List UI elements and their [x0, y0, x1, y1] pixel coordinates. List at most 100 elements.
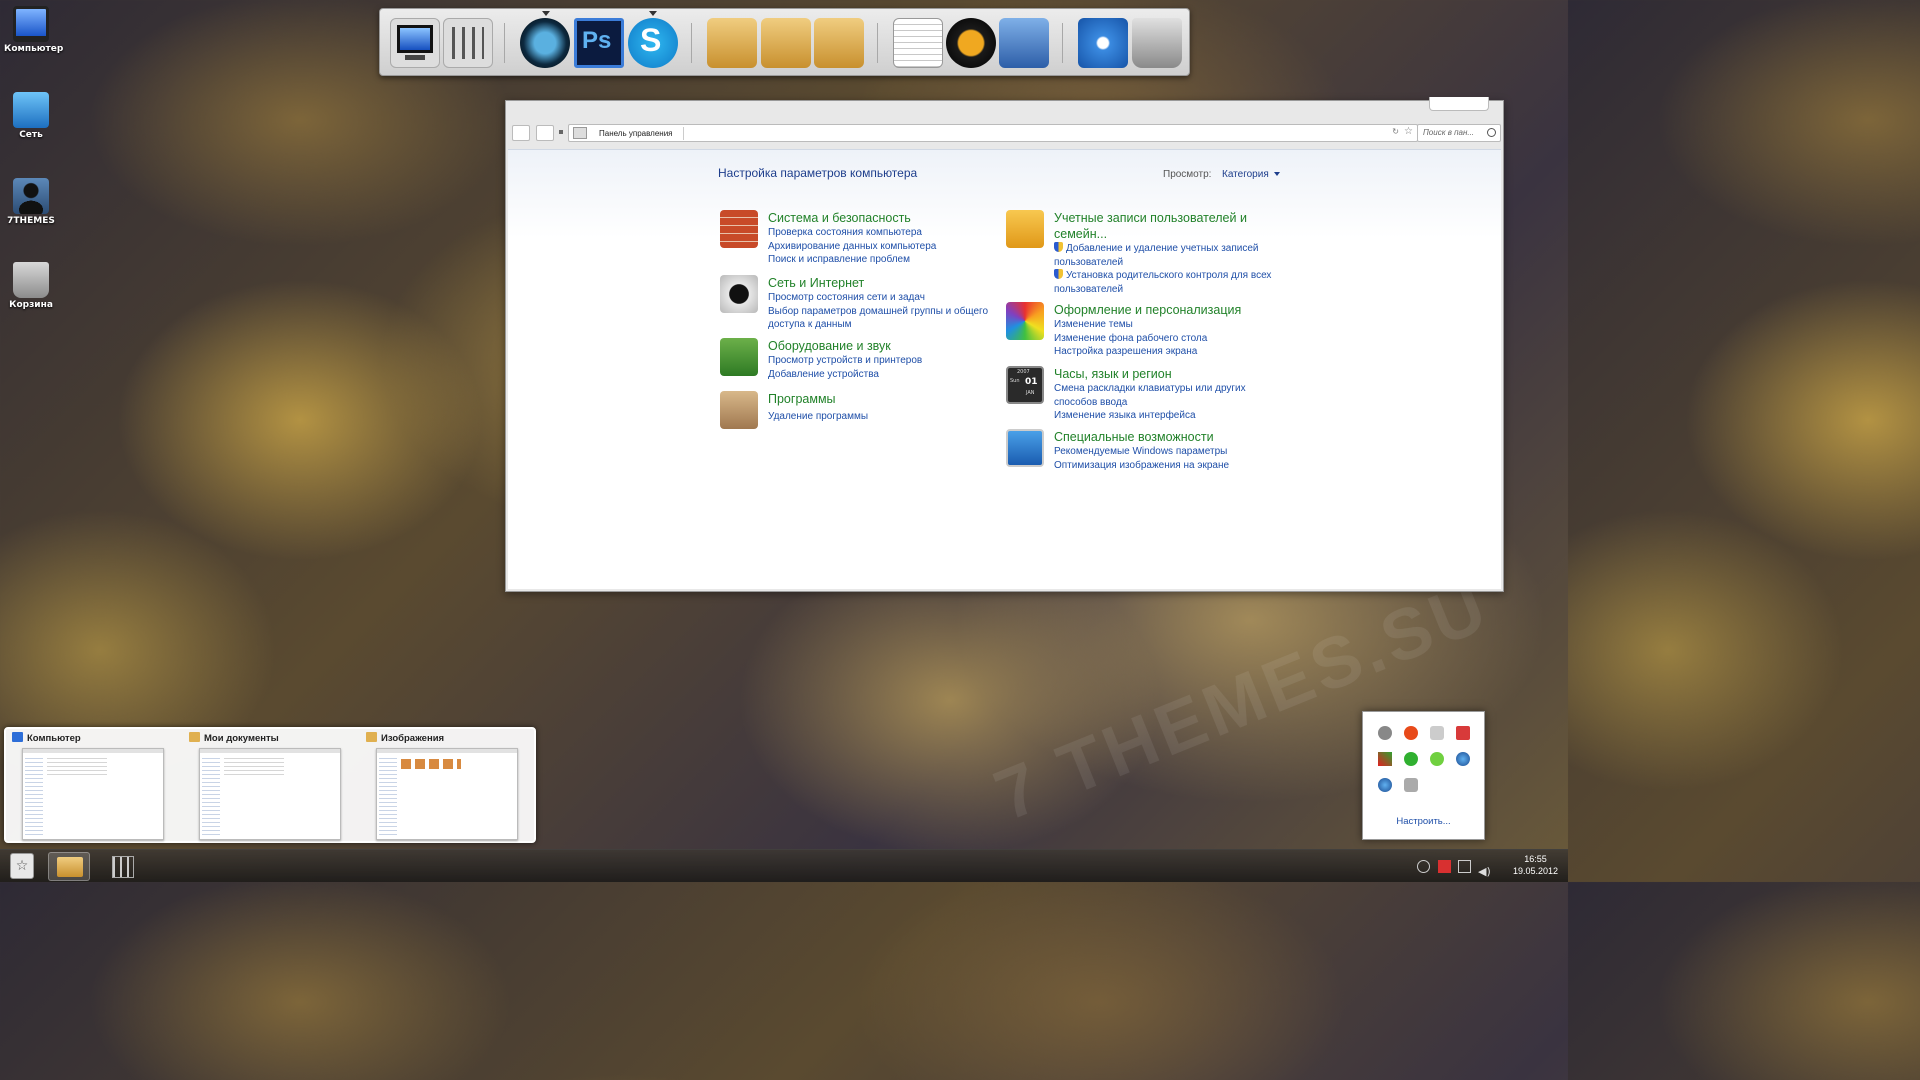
aimp-icon[interactable] [946, 18, 996, 68]
trash-icon[interactable] [1132, 18, 1182, 68]
monitor-icon[interactable] [390, 18, 440, 68]
search-input[interactable]: Поиск в пан... [1417, 124, 1501, 142]
photoshop-icon[interactable]: Ps [574, 18, 624, 68]
thumbnail-computer[interactable]: Компьютер [12, 732, 182, 840]
action-center-flag-icon[interactable] [1438, 860, 1451, 873]
clock-time: 16:55 [1524, 854, 1547, 864]
hardware-icon[interactable] [720, 338, 758, 376]
tools-icon[interactable] [999, 18, 1049, 68]
start-button[interactable]: ☆ [10, 853, 34, 879]
category-link[interactable]: Добавление и удаление учетных записей по… [1054, 242, 1294, 269]
customize-link[interactable]: Настроить... [1363, 816, 1484, 827]
taskbar-thumbnails: Компьютер Мои документы Изображения [4, 727, 536, 843]
users-icon[interactable] [1006, 210, 1044, 248]
dock-separator [1062, 23, 1063, 63]
taskbar-mixer-button[interactable] [102, 852, 144, 881]
desktop-icon-network[interactable]: Сеть [4, 92, 58, 140]
view-label: Просмотр: [1163, 169, 1212, 180]
category-link[interactable]: Просмотр устройств и принтеров [768, 354, 1008, 368]
category-link[interactable]: Установка родительского контроля для все… [1054, 269, 1294, 296]
category-link[interactable]: Удаление программы [768, 410, 1008, 424]
tray-app-icon[interactable] [1456, 726, 1470, 740]
dock-separator [877, 23, 878, 63]
network-tray-icon[interactable] [1458, 860, 1471, 873]
window-tab[interactable] [1429, 97, 1489, 111]
category-link[interactable]: Архивирование данных компьютера [768, 240, 1008, 254]
accessibility-icon[interactable] [1006, 429, 1044, 467]
notepad-icon[interactable] [893, 18, 943, 68]
calendar-month: JAN [1026, 390, 1035, 396]
category-link[interactable]: Проверка состояния компьютера [768, 226, 1008, 240]
tray-app-icon[interactable] [1378, 752, 1392, 766]
category-link[interactable]: Изменение темы [1054, 318, 1294, 332]
category-link[interactable]: Изменение фона рабочего стола [1054, 332, 1294, 346]
desktop-icon-7themes[interactable]: 7THEMES [4, 178, 58, 226]
calendar-clock-icon[interactable]: 2007 Sun 01 JAN [1006, 366, 1044, 404]
color-wheel-icon[interactable] [1006, 302, 1044, 340]
package-icon[interactable] [720, 391, 758, 429]
sync-icon[interactable] [1404, 778, 1418, 792]
taskbar-explorer-button[interactable] [48, 852, 90, 881]
running-indicator-icon [649, 11, 657, 16]
category-title[interactable]: Сеть и Интернет [768, 275, 1008, 291]
view-dropdown[interactable]: Категория [1222, 169, 1280, 180]
network-port-icon[interactable] [720, 275, 758, 313]
globe-icon[interactable] [1456, 752, 1470, 766]
desktop-icon-computer[interactable]: Компьютер [4, 6, 63, 54]
tray-app-icon[interactable] [1430, 726, 1444, 740]
skype-icon[interactable]: S [628, 18, 678, 68]
category-title[interactable]: Программы [768, 391, 1008, 407]
volume-icon[interactable]: ◀) [1478, 860, 1491, 878]
back-button[interactable] [512, 125, 530, 141]
mixer-icon[interactable] [443, 18, 493, 68]
roccat-icon[interactable] [520, 18, 570, 68]
control-panel-icon [573, 127, 587, 139]
notification-area-popup: Настроить... [1362, 711, 1485, 840]
category-link[interactable]: Настройка разрешения экрана [1054, 345, 1294, 359]
uac-shield-icon [1054, 269, 1063, 279]
settings-icon[interactable] [1078, 18, 1128, 68]
category-link[interactable]: Рекомендуемые Windows параметры [1054, 445, 1294, 459]
category-title[interactable]: Оборудование и звук [768, 338, 1008, 354]
category-link[interactable]: Изменение языка интерфейса [1054, 409, 1294, 423]
category-link[interactable]: Смена раскладки клавиатуры или других сп… [1054, 382, 1254, 409]
clock[interactable]: 16:55 19.05.2012 [1513, 853, 1558, 877]
forward-button[interactable] [536, 125, 554, 141]
category-link[interactable]: Оптимизация изображения на экране [1054, 459, 1294, 473]
tray-app-icon[interactable] [1430, 752, 1444, 766]
category-link[interactable]: Выбор параметров домашней группы и общег… [768, 305, 1008, 332]
dock-separator [504, 23, 505, 63]
pictures-folder-icon[interactable] [761, 18, 811, 68]
category-title[interactable]: Учетные записи пользователей и семейн... [1054, 210, 1254, 242]
category-title[interactable]: Система и безопасность [768, 210, 1008, 226]
address-bar[interactable]: Панель управления ↻ ☆ [568, 124, 1418, 142]
refresh-icon[interactable]: ↻ [1392, 127, 1399, 136]
calendar-year: 2007 [1017, 369, 1030, 375]
search-icon[interactable] [1487, 128, 1496, 137]
globe-icon[interactable] [1378, 778, 1392, 792]
category-link-text[interactable]: Добавление и удаление учетных записей по… [1054, 243, 1259, 268]
documents-folder-icon[interactable] [707, 18, 757, 68]
category-title[interactable]: Часы, язык и регион [1054, 366, 1294, 382]
tray-circle-icon[interactable] [1417, 860, 1430, 873]
folder-icon [189, 732, 200, 742]
tray-app-icon[interactable] [1404, 752, 1418, 766]
favorite-star-icon[interactable]: ☆ [1404, 126, 1413, 137]
category-title[interactable]: Оформление и персонализация [1054, 302, 1294, 318]
recent-pages-icon[interactable] [559, 130, 563, 134]
thumbnail-my-documents[interactable]: Мои документы [189, 732, 359, 840]
category-title[interactable]: Специальные возможности [1054, 429, 1294, 445]
category-link[interactable]: Поиск и исправление проблем [768, 253, 1008, 267]
category-link[interactable]: Просмотр состояния сети и задач [768, 291, 1008, 305]
thumbnail-title: Изображения [381, 733, 445, 744]
tray-app-icon[interactable] [1378, 726, 1392, 740]
alert-icon[interactable] [1404, 726, 1418, 740]
breadcrumb[interactable]: Панель управления [599, 127, 684, 140]
desktop-icon-label: 7THEMES [7, 216, 55, 226]
category-link[interactable]: Добавление устройства [768, 368, 1008, 382]
thumbnail-pictures[interactable]: Изображения [366, 732, 536, 840]
music-folder-icon[interactable] [814, 18, 864, 68]
category-link-text[interactable]: Установка родительского контроля для все… [1054, 270, 1271, 295]
desktop-icon-recycle-bin[interactable]: Корзина [4, 262, 58, 310]
brick-wall-icon[interactable] [720, 210, 758, 248]
